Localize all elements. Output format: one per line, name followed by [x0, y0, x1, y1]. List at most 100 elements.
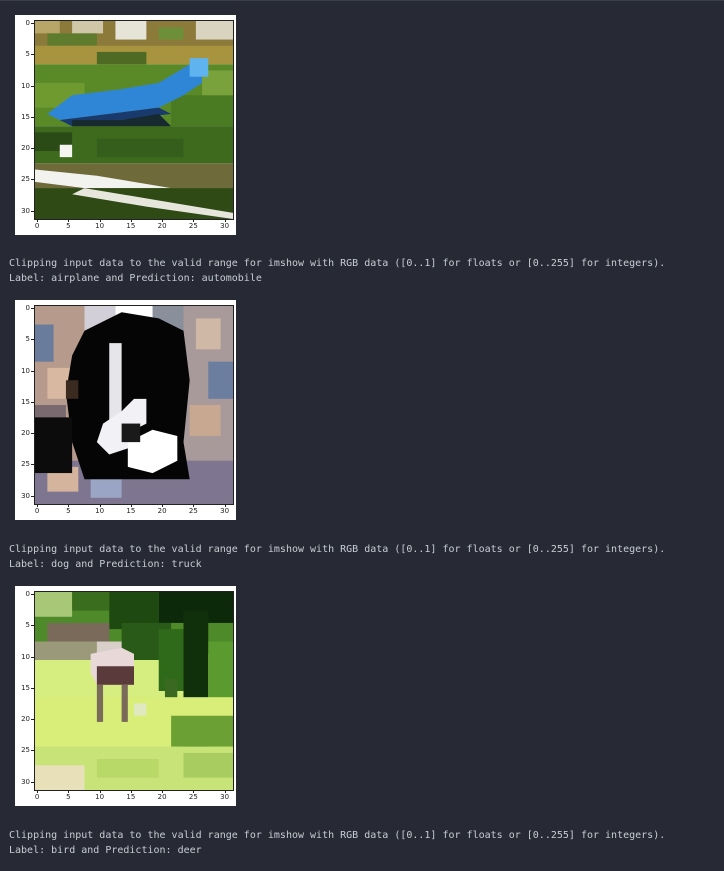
x-tick-label: 0 [34, 222, 40, 230]
x-tick-label: 5 [66, 793, 71, 801]
clipping-warning-2: Clipping input data to the valid range f… [9, 544, 666, 555]
y-tick-mark [31, 179, 34, 181]
clipping-warning-3: Clipping input data to the valid range f… [9, 830, 666, 841]
x-tick-mark [162, 220, 164, 222]
y-tick-mark [31, 308, 34, 310]
x-tick-label: 25 [188, 793, 198, 801]
x-tick-mark [162, 791, 164, 793]
y-tick-label: 25 [21, 175, 30, 184]
y-tick-mark [31, 625, 34, 627]
x-tick-mark [162, 505, 164, 507]
y-tick-mark [31, 339, 34, 341]
x-tick-label: 10 [95, 222, 105, 230]
x-tick-label: 0 [34, 507, 40, 515]
y-tick-label: 25 [21, 460, 30, 469]
y-tick-label: 30 [21, 206, 30, 215]
y-tick-mark [31, 719, 34, 721]
x-tick-mark [130, 505, 132, 507]
y-tick-label: 20 [21, 715, 30, 724]
x-tick-label: 20 [157, 507, 167, 515]
x-tick-label: 20 [157, 793, 167, 801]
y-tick-mark [31, 54, 34, 56]
x-tick-label: 25 [188, 507, 198, 515]
x-tick-label: 10 [95, 793, 105, 801]
x-tick-mark [37, 220, 39, 222]
y-tick-mark [31, 116, 34, 118]
x-tick-label: 30 [220, 507, 230, 515]
prediction-result-3: Label: bird and Prediction: deer [9, 845, 202, 856]
x-tick-mark [193, 505, 195, 507]
y-tick-mark [31, 656, 34, 658]
clipping-warning-1: Clipping input data to the valid range f… [9, 258, 666, 269]
y-tick-mark [31, 750, 34, 752]
y-tick-label: 0 [25, 19, 30, 28]
y-tick-mark [31, 148, 34, 150]
y-tick-label: 5 [25, 50, 30, 59]
x-tick-label: 5 [66, 507, 71, 515]
y-tick-mark [31, 781, 34, 783]
y-tick-label: 15 [21, 112, 30, 121]
y-tick-mark [31, 594, 34, 596]
x-tick-label: 30 [220, 222, 230, 230]
prediction-result-1: Label: airplane and Prediction: automobi… [9, 273, 262, 284]
x-tick-mark [193, 791, 195, 793]
y-tick-mark [31, 210, 34, 212]
image-figure-1: 0 5 10 15 20 25 30 0 5 10 15 20 25 30 [15, 15, 236, 235]
y-tick-mark [31, 433, 34, 435]
image-plot-2 [34, 305, 234, 505]
y-tick-mark [31, 23, 34, 25]
x-tick-label: 20 [157, 222, 167, 230]
x-tick-mark [224, 791, 226, 793]
x-tick-label: 15 [126, 793, 136, 801]
x-tick-label: 25 [188, 222, 198, 230]
prediction-result-2: Label: dog and Prediction: truck [9, 559, 202, 570]
airplane-image [35, 21, 233, 219]
y-tick-label: 15 [21, 397, 30, 406]
x-tick-mark [99, 220, 101, 222]
y-tick-label: 0 [25, 304, 30, 313]
x-tick-label: 15 [126, 222, 136, 230]
y-tick-label: 10 [21, 81, 30, 90]
x-tick-label: 0 [34, 793, 40, 801]
x-tick-mark [99, 505, 101, 507]
x-tick-mark [37, 505, 39, 507]
x-tick-mark [130, 220, 132, 222]
y-tick-label: 20 [21, 429, 30, 438]
y-tick-label: 5 [25, 335, 30, 344]
y-tick-mark [31, 370, 34, 372]
dog-image [35, 306, 233, 504]
x-tick-mark [68, 791, 70, 793]
x-tick-mark [130, 791, 132, 793]
y-tick-label: 10 [21, 652, 30, 661]
y-tick-mark [31, 495, 34, 497]
y-tick-mark [31, 401, 34, 403]
y-tick-label: 20 [21, 144, 30, 153]
x-tick-mark [68, 220, 70, 222]
y-tick-mark [31, 85, 34, 87]
x-tick-label: 10 [95, 507, 105, 515]
y-tick-label: 5 [25, 621, 30, 630]
y-tick-mark [31, 687, 34, 689]
image-plot-3 [34, 591, 234, 791]
y-tick-mark [31, 464, 34, 466]
bird-image [35, 592, 233, 790]
x-tick-label: 5 [66, 222, 71, 230]
y-tick-label: 30 [21, 777, 30, 786]
x-tick-mark [68, 505, 70, 507]
y-tick-label: 25 [21, 746, 30, 755]
x-tick-mark [99, 791, 101, 793]
image-plot-1 [34, 20, 234, 220]
image-figure-3: 0 5 10 15 20 25 30 0 5 10 15 20 25 30 [15, 586, 236, 806]
x-tick-mark [193, 220, 195, 222]
top-divider [0, 0, 724, 1]
y-tick-label: 15 [21, 683, 30, 692]
x-tick-label: 30 [220, 793, 230, 801]
y-tick-label: 0 [25, 590, 30, 599]
y-tick-label: 30 [21, 491, 30, 500]
x-tick-mark [224, 505, 226, 507]
x-tick-label: 15 [126, 507, 136, 515]
y-tick-label: 10 [21, 366, 30, 375]
image-figure-2: 0 5 10 15 20 25 30 0 5 10 15 20 25 30 [15, 300, 236, 520]
x-tick-mark [37, 791, 39, 793]
x-tick-mark [224, 220, 226, 222]
